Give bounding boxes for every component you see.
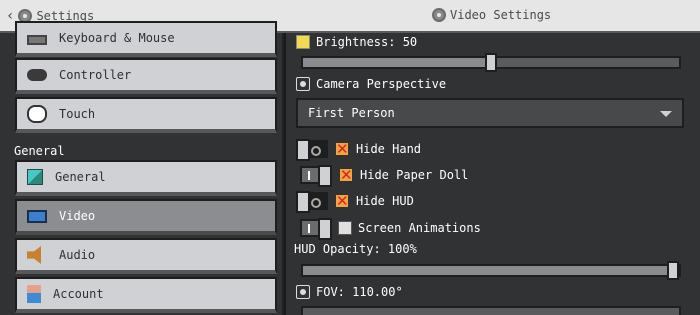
cube-icon — [27, 169, 43, 185]
camera-row: Camera Perspective — [296, 77, 446, 91]
sidebar-item-label: General — [55, 170, 106, 184]
hide-hand-label: Hide Hand — [356, 142, 422, 156]
sidebar-item-label: Keyboard & Mouse — [59, 31, 175, 45]
section-label-general: General — [14, 144, 65, 158]
hud-opacity-label: HUD Opacity: 100% — [294, 242, 417, 256]
hud-opacity-row: HUD Opacity: 100% — [294, 242, 417, 256]
screen-animations-label: Screen Animations — [358, 221, 481, 235]
page-title: Video Settings — [432, 8, 551, 22]
screen-animations-icon — [338, 221, 352, 235]
hide-hand-row: Hide Hand — [296, 139, 422, 161]
settings-panel: Brightness: 50 Camera Perspective First … — [286, 33, 700, 315]
brightness-fill — [303, 58, 491, 67]
sidebar-item-label: Controller — [59, 68, 132, 82]
sidebar-item-video[interactable]: Video — [15, 199, 277, 235]
chevron-left-icon: ‹ — [6, 8, 15, 24]
fov-slider[interactable] — [301, 306, 681, 315]
brightness-handle[interactable] — [485, 53, 497, 72]
chevron-down-icon — [660, 111, 672, 117]
hide-hud-toggle[interactable] — [296, 191, 328, 213]
gear-icon — [432, 8, 446, 22]
hud-opacity-handle[interactable] — [667, 261, 679, 280]
camera-perspective-dropdown[interactable]: First Person — [296, 98, 684, 128]
speaker-icon — [27, 246, 41, 264]
hide-hud-row: Hide HUD — [296, 191, 414, 213]
sidebar-item-touch[interactable]: Touch — [15, 97, 277, 133]
brightness-label: Brightness: 50 — [316, 35, 418, 49]
hide-hud-label: Hide HUD — [356, 194, 414, 208]
sidebar-item-label: Account — [53, 287, 104, 301]
hide-paper-doll-icon — [338, 166, 354, 184]
hud-opacity-slider[interactable] — [301, 261, 681, 280]
monitor-icon — [27, 209, 47, 223]
brightness-row: Brightness: 50 — [296, 35, 417, 49]
controller-icon — [27, 69, 47, 81]
sidebar: Keyboard & Mouse Controller Touch Genera… — [0, 21, 284, 315]
camera-label: Camera Perspective — [316, 77, 447, 91]
sidebar-item-general[interactable]: General — [15, 160, 277, 196]
hide-paper-doll-label: Hide Paper Doll — [360, 168, 469, 182]
keyboard-icon — [27, 35, 47, 45]
hud-opacity-fill — [303, 266, 679, 275]
sidebar-item-audio[interactable]: Audio — [15, 238, 277, 274]
sidebar-item-label: Video — [59, 209, 96, 223]
brightness-slider[interactable] — [301, 53, 681, 72]
hide-hand-toggle[interactable] — [296, 139, 328, 161]
screen-animations-toggle[interactable] — [300, 218, 332, 240]
sidebar-item-keyboard-mouse[interactable]: Keyboard & Mouse — [15, 21, 277, 57]
hide-paper-doll-row: Hide Paper Doll — [300, 165, 469, 187]
fov-row: FOV: 110.00° — [296, 285, 403, 299]
touch-icon — [27, 105, 47, 123]
hide-hand-icon — [334, 140, 350, 158]
fov-label: FOV: 110.00° — [316, 285, 403, 299]
page-title-text: Video Settings — [450, 8, 552, 22]
account-icon — [27, 285, 41, 303]
camera-perspective-value: First Person — [308, 106, 395, 120]
sidebar-item-label: Audio — [59, 248, 96, 262]
sidebar-item-controller[interactable]: Controller — [15, 58, 277, 94]
camera-icon — [296, 285, 310, 299]
brightness-icon — [296, 35, 310, 49]
sidebar-item-account[interactable]: Account — [15, 277, 277, 313]
screen-animations-row: Screen Animations — [300, 218, 481, 240]
sidebar-item-label: Touch — [59, 107, 96, 121]
hide-hud-icon — [334, 192, 350, 210]
camera-icon — [296, 77, 310, 91]
hide-paper-doll-toggle[interactable] — [300, 165, 332, 187]
